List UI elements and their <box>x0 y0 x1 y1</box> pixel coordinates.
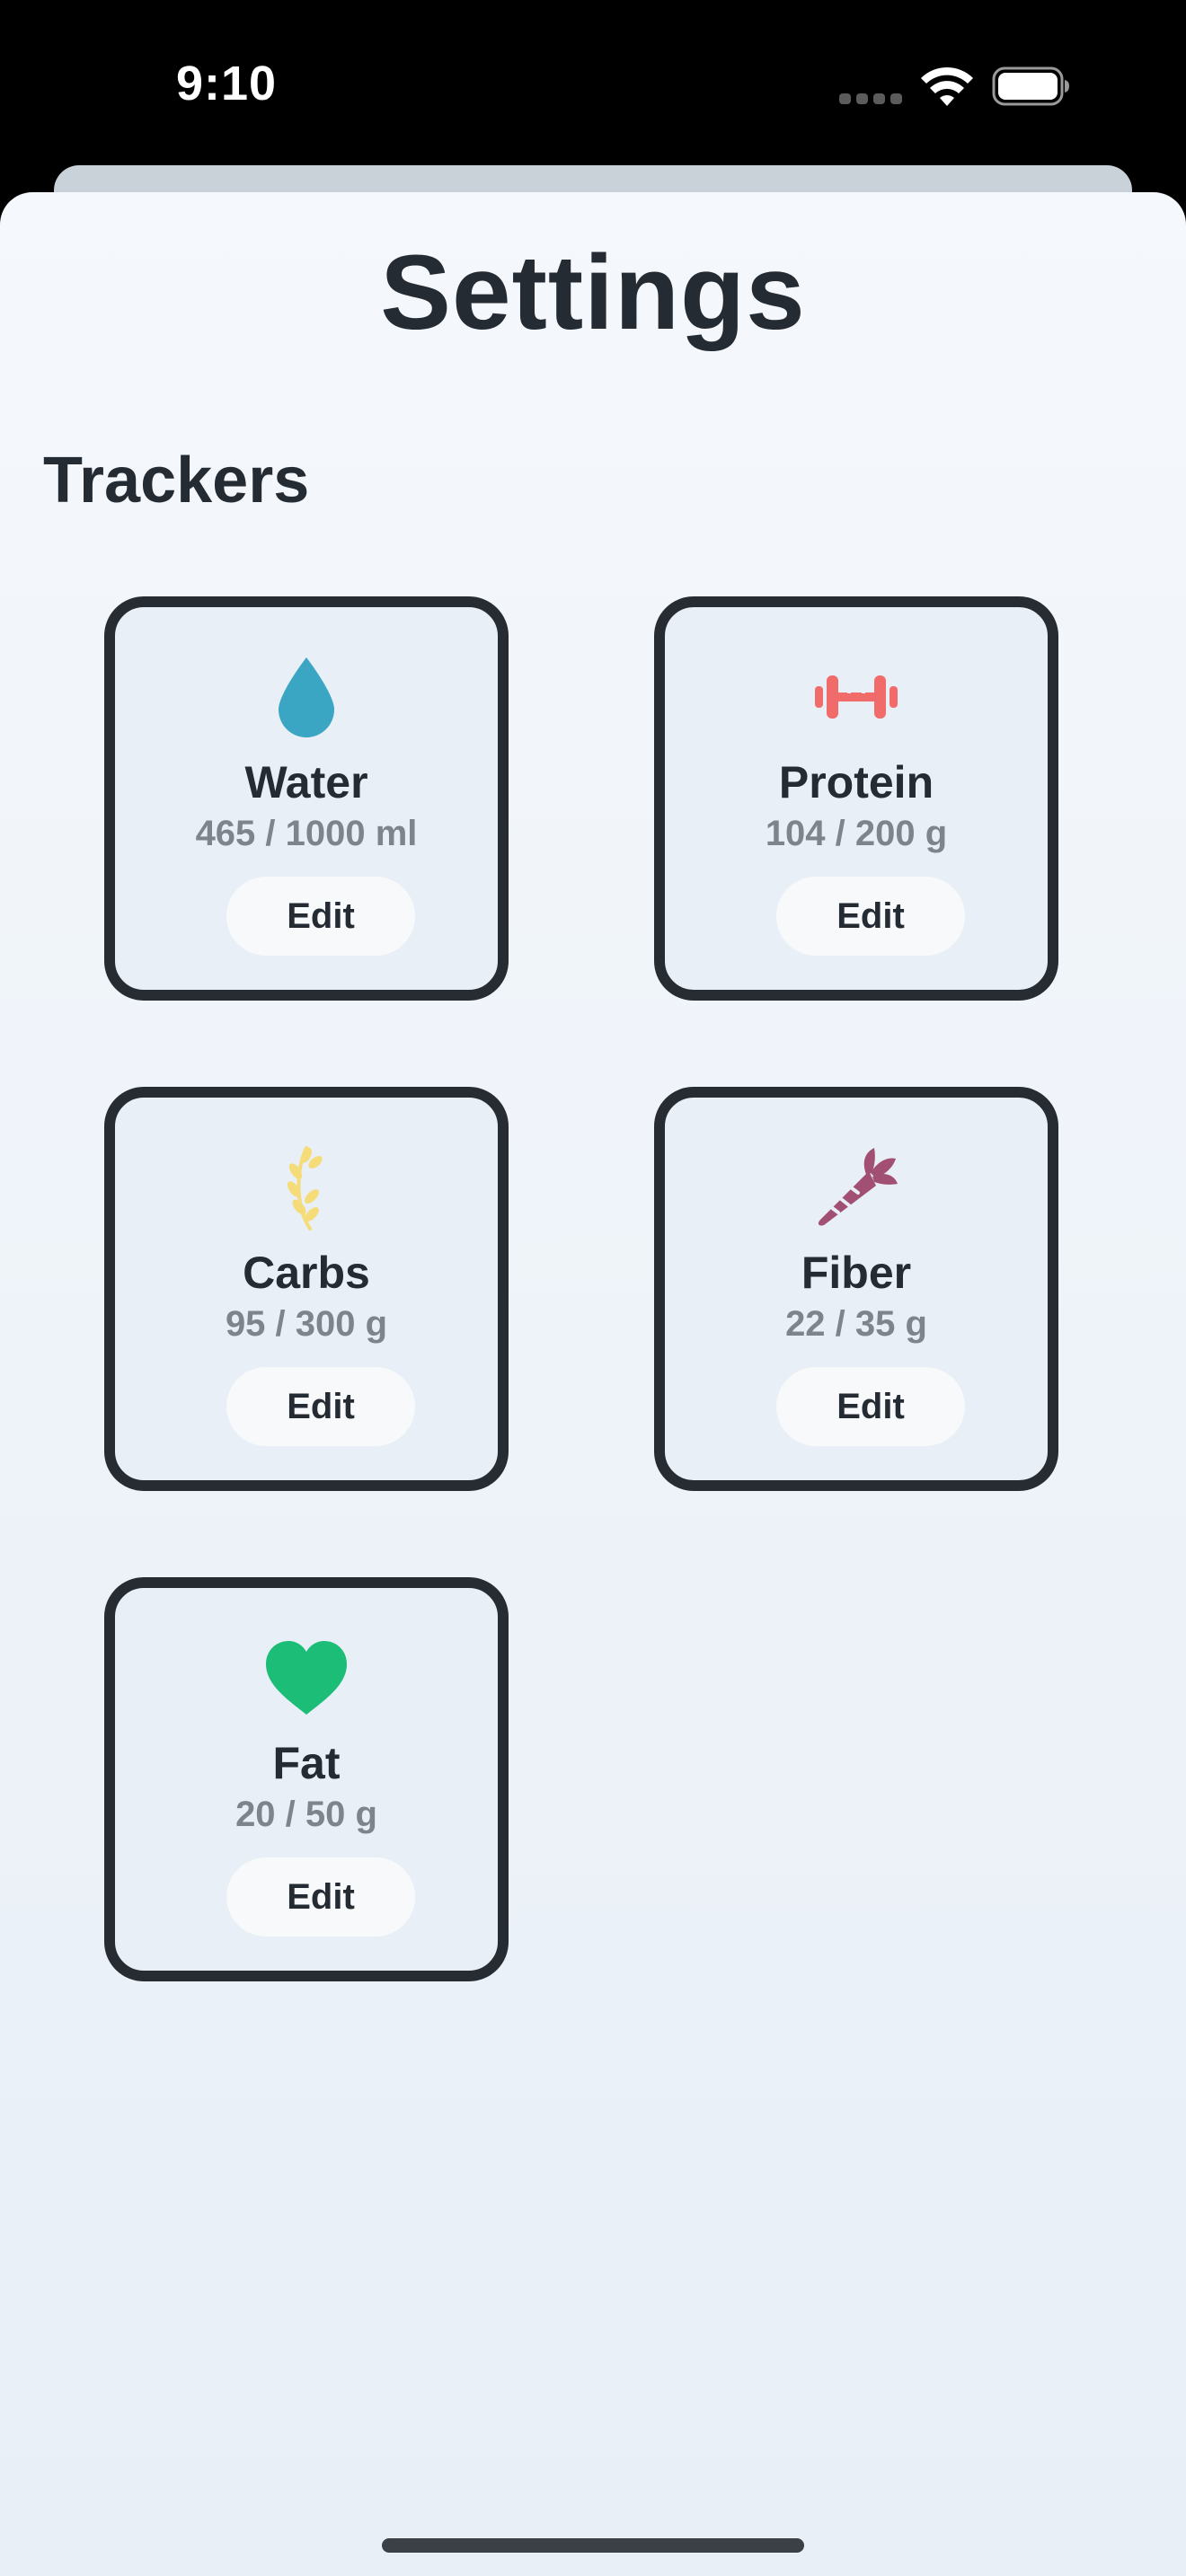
tracker-name: Fiber <box>801 1248 912 1298</box>
edit-fat-button[interactable]: Edit <box>226 1857 415 1936</box>
tracker-value: 95 / 300 g <box>225 1304 388 1344</box>
home-indicator[interactable] <box>382 2538 804 2553</box>
tracker-value: 104 / 200 g <box>765 814 948 853</box>
status-time: 9:10 <box>176 57 278 110</box>
water-drop-icon <box>279 657 334 737</box>
section-title-trackers: Trackers <box>43 445 310 516</box>
edit-carbs-button[interactable]: Edit <box>226 1367 415 1446</box>
wifi-icon <box>921 66 973 106</box>
battery-icon <box>992 66 1069 106</box>
tracker-name: Protein <box>778 757 934 807</box>
tracker-card-fiber: Fiber 22 / 35 g Edit <box>654 1087 1058 1491</box>
cellular-signal-icon <box>839 93 902 104</box>
edit-fiber-button[interactable]: Edit <box>776 1367 965 1446</box>
dumbbell-icon <box>815 675 898 719</box>
tracker-card-carbs: Carbs 95 / 300 g Edit <box>104 1087 509 1491</box>
wheat-icon <box>287 1146 323 1231</box>
heart-icon <box>266 1641 347 1715</box>
tracker-name: Water <box>244 757 368 807</box>
carrot-icon <box>818 1148 898 1226</box>
status-bar: 9:10 <box>0 0 1186 171</box>
tracker-value: 20 / 50 g <box>235 1795 377 1834</box>
edit-protein-button[interactable]: Edit <box>776 877 965 956</box>
tracker-card-fat: Fat 20 / 50 g Edit <box>104 1577 509 1981</box>
tracker-value: 465 / 1000 ml <box>195 814 418 853</box>
tracker-card-protein: Protein 104 / 200 g Edit <box>654 596 1058 1001</box>
tracker-value: 22 / 35 g <box>785 1304 927 1344</box>
edit-water-button[interactable]: Edit <box>226 877 415 956</box>
tracker-card-water: Water 465 / 1000 ml Edit <box>104 596 509 1001</box>
app-screen: 9:10 Settings Trackers Water 465 / 1000 … <box>0 0 1186 2576</box>
tracker-name: Fat <box>272 1738 341 1788</box>
tracker-name: Carbs <box>243 1248 370 1298</box>
page-title: Settings <box>380 234 806 352</box>
